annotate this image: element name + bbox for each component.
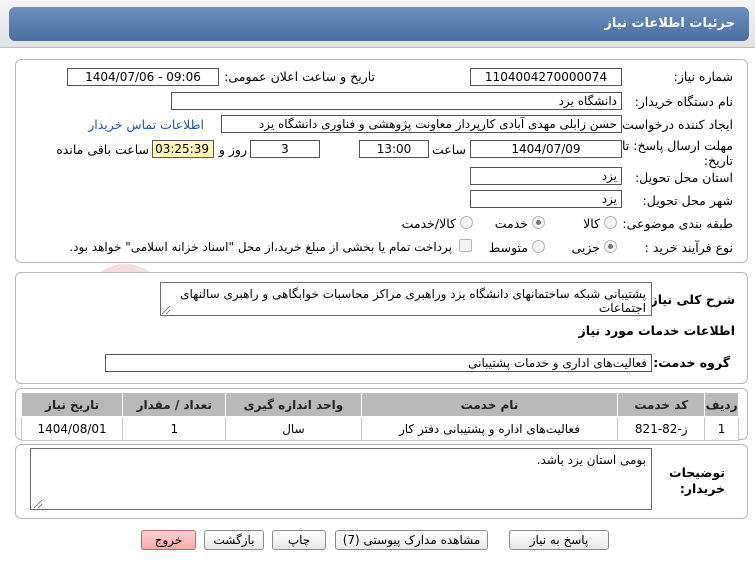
buyer-org-field: دانشگاه یزد — [171, 92, 622, 110]
province-label: استان محل تحویل: — [634, 170, 733, 185]
announce-date-label: تاریخ و ساعت اعلان عمومی: — [224, 69, 375, 84]
category-option-goods-service: کالا/خدمت — [401, 216, 456, 231]
creator-label: ایجاد کننده درخواست: — [617, 117, 733, 132]
process-radio-minor[interactable] — [604, 240, 617, 253]
description-label: شرح کلی نیاز: — [645, 292, 735, 307]
process-radio-medium[interactable] — [532, 240, 545, 253]
cell-unit: سال — [225, 416, 362, 441]
treasury-payment-note: پرداخت تمام یا بخشی از مبلغ خرید،از محل … — [69, 240, 452, 254]
days-remaining-field: 3 — [250, 140, 320, 158]
need-number-label: شماره نیاز: — [673, 69, 733, 84]
process-type-label: نوع فرآیند خرید : — [644, 240, 733, 255]
cell-quantity: 1 — [122, 416, 227, 441]
cell-service-name: فعالیت‌های اداره و پشتیبانی دفتر کار — [360, 416, 619, 441]
creator-field: حسن زابلی مهدی آبادی کارپرداز معاونت پژو… — [221, 115, 622, 133]
remaining-time-field: 03:25:39 — [152, 140, 214, 158]
back-button[interactable]: بازگشت — [204, 530, 264, 550]
deadline-date-field: 1404/07/09 — [470, 140, 622, 158]
col-header-need-date: تاریخ نیاز — [20, 392, 124, 417]
description-text: پشتیبانی شبکه ساختمانهای دانشگاه یزد ورا… — [180, 287, 646, 315]
category-radio-goods-service[interactable] — [460, 216, 473, 229]
services-section-title: اطلاعات خدمات مورد نیاز — [578, 323, 736, 338]
cell-service-code: ز-82-821 — [617, 416, 706, 441]
deadline-time-label: ساعت — [431, 142, 466, 157]
days-label: روز و — [218, 142, 247, 157]
window-header: جزئیات اطلاعات نیاز — [0, 0, 755, 48]
view-attachments-button[interactable]: مشاهده مدارک پیوستی (7) — [335, 530, 488, 550]
city-field: یزد — [470, 190, 622, 208]
resize-grip-icon[interactable] — [162, 306, 170, 314]
buyer-notes-label-2: خریدار: — [679, 481, 725, 496]
table-header-row: ردیف کد خدمت نام خدمت واحد اندازه گیری ت… — [20, 392, 739, 417]
process-option-minor: جزیی — [571, 240, 600, 255]
category-radio-service[interactable] — [532, 216, 545, 229]
deadline-time-field: 13:00 — [359, 140, 429, 158]
category-radio-goods[interactable] — [604, 216, 617, 229]
col-header-service-code: کد خدمت — [617, 392, 706, 417]
city-label: شهر محل تحویل: — [642, 193, 733, 208]
buyer-org-label: نام دستگاه خریدار: — [634, 94, 733, 109]
contact-info-link[interactable]: اطلاعات تماس خریدار — [88, 117, 204, 132]
buyer-notes-label: توضیحات — [669, 465, 725, 480]
buyer-notes-text: بومی استان یزد باشد. — [536, 453, 646, 467]
service-group-label: گروه خدمت: — [653, 355, 730, 370]
description-textarea: پشتیبانی شبکه ساختمانهای دانشگاه یزد ورا… — [160, 282, 652, 316]
print-button[interactable]: چاپ — [272, 530, 326, 550]
col-header-service-name: نام خدمت — [360, 392, 619, 417]
treasury-payment-checkbox[interactable] — [459, 239, 472, 252]
category-option-service: خدمت — [494, 216, 528, 231]
col-header-quantity: تعداد / مقدار — [122, 392, 227, 417]
cell-need-date: 1404/08/01 — [20, 416, 124, 441]
exit-button[interactable]: خروج — [141, 530, 196, 550]
buyer-notes-textarea: بومی استان یزد باشد. — [30, 448, 652, 510]
col-header-row-number: ردیف — [704, 392, 739, 417]
process-option-medium: متوسط — [488, 240, 528, 255]
deadline-label-date: تاریخ: — [703, 153, 733, 168]
resize-grip-icon[interactable] — [34, 500, 42, 508]
cell-row-number: 1 — [704, 416, 739, 441]
col-header-unit: واحد اندازه گیری — [225, 392, 362, 417]
category-option-goods: کالا — [583, 216, 600, 231]
info-panel — [15, 59, 748, 263]
province-field: یزد — [470, 167, 622, 185]
announce-date-field: 1404/07/06 - 09:06 — [67, 68, 219, 86]
need-number-field: 1104004270000074 — [470, 68, 622, 86]
services-table: ردیف کد خدمت نام خدمت واحد اندازه گیری ت… — [20, 392, 739, 441]
service-group-field: فعالیت‌های اداری و خدمات پشتیبانی — [105, 354, 652, 372]
table-row: 1 ز-82-821 فعالیت‌های اداره و پشتیبانی د… — [20, 416, 739, 441]
deadline-label: مهلت ارسال پاسخ: تا — [622, 138, 733, 153]
remaining-time-label: ساعت باقی مانده — [56, 142, 149, 157]
category-label: طبقه بندی موضوعی: — [622, 216, 733, 231]
reply-button[interactable]: پاسخ به نیاز — [509, 530, 609, 550]
page-title: جزئیات اطلاعات نیاز — [9, 7, 749, 41]
